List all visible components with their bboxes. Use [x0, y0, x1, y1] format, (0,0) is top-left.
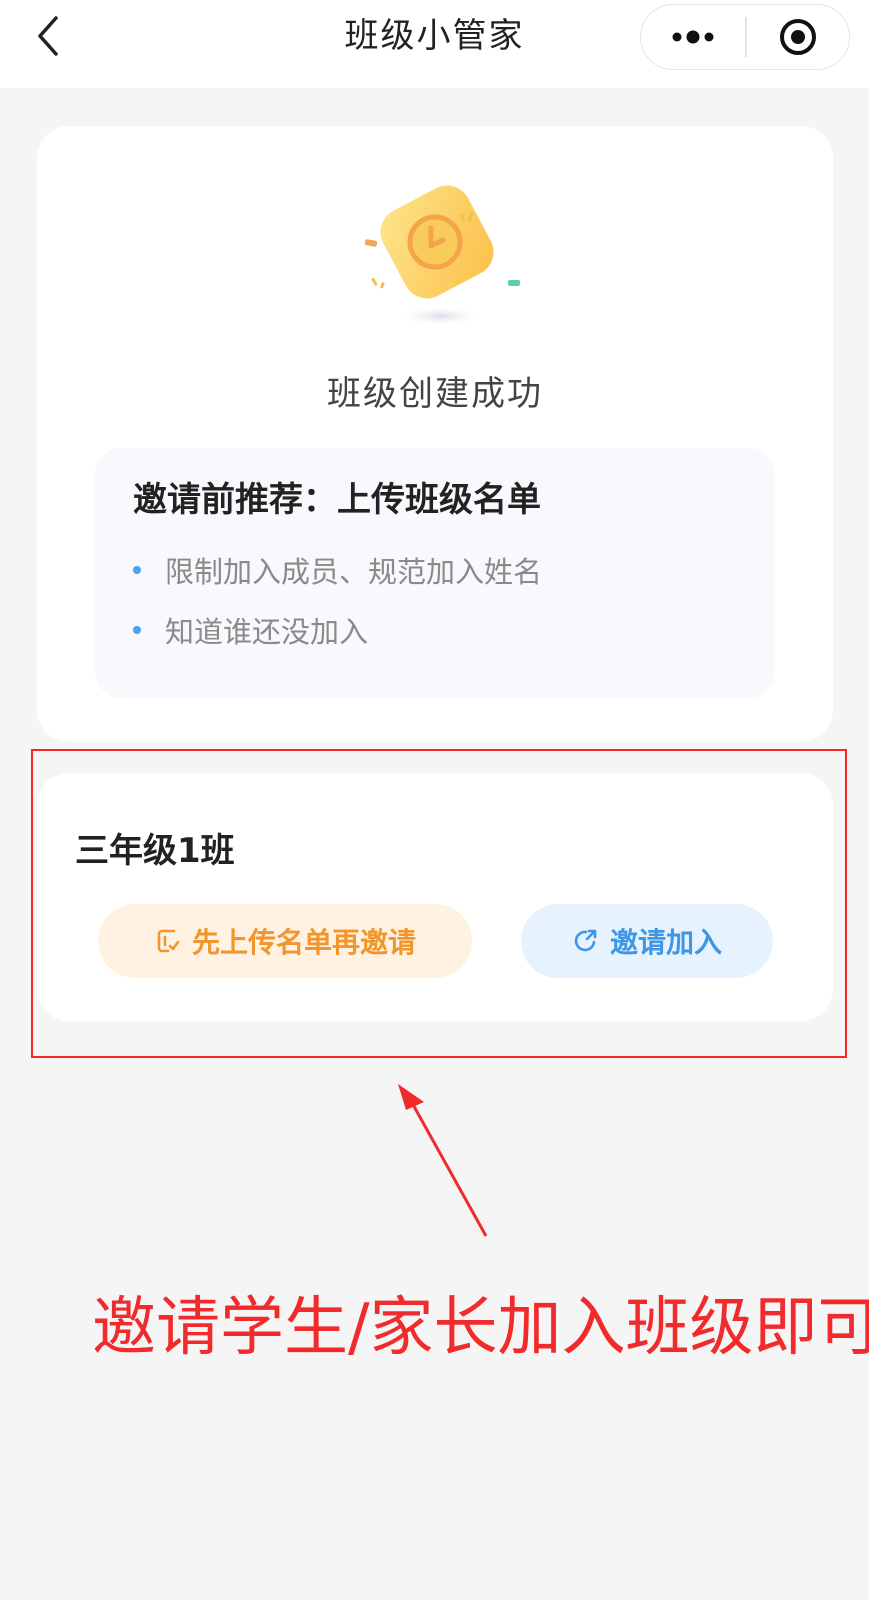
- annotation-text: 邀请学生/家长加入班级即可: [92, 1291, 869, 1365]
- more-dots-icon: [672, 30, 714, 44]
- tip-item-text: 知道谁还没加入: [165, 615, 369, 649]
- target-circle-icon: [779, 19, 816, 55]
- more-button[interactable]: [641, 5, 745, 69]
- close-program-button[interactable]: [747, 5, 850, 69]
- success-title: 班级创建成功: [327, 374, 543, 414]
- bullet-dot-icon: [133, 566, 141, 574]
- tip-box: 邀请前推荐：上传班级名单 限制加入成员、规范加入姓名 知道谁还没加入: [95, 448, 775, 698]
- success-card: 班级创建成功 邀请前推荐：上传班级名单 限制加入成员、规范加入姓名 知道谁还没加…: [37, 126, 833, 742]
- mini-program-capsule: [640, 4, 850, 70]
- tip-item: 知道谁还没加入: [133, 610, 368, 650]
- annotation-arrow-icon: [398, 1084, 488, 1237]
- annotation-highlight-box: [31, 749, 847, 1058]
- nav-header: 班级小管家: [0, 0, 869, 88]
- page: 班级小管家 班级创建成功 邀请前推荐：上传班级名单 限制加入成员、规范加入姓名 …: [0, 0, 869, 1600]
- bullet-dot-icon: [133, 626, 141, 634]
- tip-title: 邀请前推荐：上传班级名单: [133, 480, 541, 520]
- tip-item: 限制加入成员、规范加入姓名: [133, 550, 542, 590]
- clock-success-badge-icon: [364, 185, 520, 326]
- tip-item-text: 限制加入成员、规范加入姓名: [165, 555, 543, 589]
